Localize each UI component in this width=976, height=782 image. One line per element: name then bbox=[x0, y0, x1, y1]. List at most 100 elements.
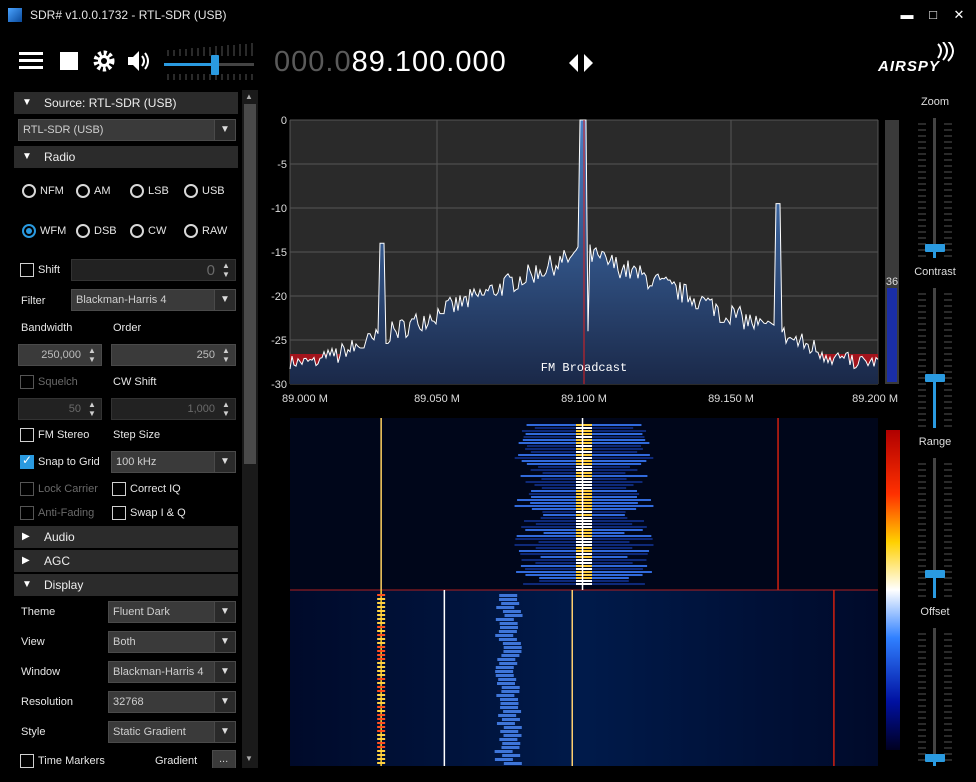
waterfall-noise bbox=[500, 730, 519, 733]
order-input[interactable]: 250 ▲ ▼ bbox=[111, 344, 236, 366]
waterfall-noise bbox=[501, 690, 520, 693]
waterfall-noise bbox=[377, 718, 386, 720]
source-device-select[interactable]: RTL-SDR (USB) ▼ bbox=[18, 119, 236, 141]
filter-value: Blackman-Harris 4 bbox=[76, 294, 167, 306]
tuning-arrows-icon[interactable] bbox=[567, 50, 595, 76]
section-radio[interactable]: ▼ Radio bbox=[14, 146, 238, 168]
spinner-icon[interactable]: ▲ ▼ bbox=[219, 400, 233, 418]
radio-usb[interactable] bbox=[184, 184, 198, 198]
gear-icon[interactable] bbox=[91, 48, 117, 74]
snap-to-grid-checkbox[interactable] bbox=[20, 453, 34, 469]
waterfall-noise bbox=[377, 646, 386, 648]
shift-input[interactable]: 0 ▲ ▼ bbox=[71, 259, 236, 281]
y-tick-label: -10 bbox=[271, 203, 287, 215]
waterfall-hot bbox=[576, 484, 592, 486]
radio-wfm-label: WFM bbox=[40, 225, 67, 237]
window-label: Window bbox=[21, 666, 61, 678]
section-audio[interactable]: ▶ Audio bbox=[14, 526, 238, 548]
radio-am[interactable] bbox=[76, 184, 90, 198]
radio-nfm[interactable] bbox=[22, 184, 36, 198]
waterfall-hot bbox=[576, 553, 592, 555]
filter-select[interactable]: Blackman-Harris 4 ▼ bbox=[71, 289, 236, 311]
view-value: Both bbox=[113, 636, 136, 648]
slider-thumb[interactable] bbox=[925, 244, 945, 252]
squelch-checkbox[interactable] bbox=[20, 375, 34, 389]
waterfall-noise bbox=[377, 670, 386, 672]
waterfall-hot bbox=[576, 583, 592, 585]
spectrum-analyzer[interactable]: 0 -5 -10 -15 -20 -25 -30 89.000 M 89.050 M 89.10… bbox=[262, 92, 906, 412]
antifading-checkbox[interactable] bbox=[20, 506, 34, 520]
waterfall-noise bbox=[377, 762, 386, 764]
scrollbar-thumb[interactable] bbox=[244, 104, 256, 464]
section-source-label: Source: RTL-SDR (USB) bbox=[44, 96, 177, 110]
squelch-input[interactable]: 50 ▲ ▼ bbox=[18, 398, 102, 420]
vertical-sliders[interactable] bbox=[910, 90, 960, 768]
stepsize-select[interactable]: 100 kHz ▼ bbox=[111, 451, 236, 473]
style-select[interactable]: Static Gradient ▼ bbox=[108, 721, 236, 743]
radio-dsb[interactable] bbox=[76, 224, 90, 238]
view-select[interactable]: Both ▼ bbox=[108, 631, 236, 653]
shift-checkbox[interactable] bbox=[20, 263, 34, 277]
correctiq-checkbox[interactable] bbox=[112, 482, 126, 496]
spinner-icon[interactable]: ▲ ▼ bbox=[85, 400, 99, 418]
fmstereo-checkbox[interactable] bbox=[20, 428, 34, 442]
frequency-leading-zeros: 000.0 bbox=[274, 46, 352, 78]
radio-lsb[interactable] bbox=[130, 184, 144, 198]
source-device-value: RTL-SDR (USB) bbox=[23, 124, 104, 136]
order-label: Order bbox=[113, 322, 142, 334]
antifading-label: Anti-Fading bbox=[38, 507, 95, 519]
radio-wfm[interactable] bbox=[22, 224, 36, 238]
waterfall-hot bbox=[576, 478, 592, 480]
maximize-button[interactable]: □ bbox=[924, 6, 942, 24]
waterfall-display[interactable] bbox=[262, 414, 906, 768]
timemarkers-checkbox[interactable] bbox=[20, 754, 34, 768]
waterfall-noise bbox=[377, 658, 386, 660]
waterfall-noise bbox=[377, 730, 386, 732]
section-display[interactable]: ▼ Display bbox=[14, 574, 238, 596]
volume-slider[interactable] bbox=[162, 42, 258, 82]
waterfall-hot bbox=[576, 538, 592, 540]
window-select[interactable]: Blackman-Harris 4 ▼ bbox=[108, 661, 236, 683]
spinner-icon[interactable]: ▲ ▼ bbox=[85, 346, 99, 364]
close-button[interactable]: ✕ bbox=[950, 6, 968, 24]
waterfall-noise bbox=[377, 594, 386, 596]
scroll-down-icon[interactable]: ▼ bbox=[245, 754, 253, 763]
resolution-select[interactable]: 32768 ▼ bbox=[108, 691, 236, 713]
waterfall-noise bbox=[377, 722, 386, 724]
section-source[interactable]: ▼ Source: RTL-SDR (USB) bbox=[14, 92, 238, 114]
radio-raw[interactable] bbox=[184, 224, 198, 238]
waterfall-hot bbox=[576, 520, 592, 522]
waterfall-noise bbox=[499, 626, 518, 629]
scroll-up-icon[interactable]: ▲ bbox=[245, 92, 253, 101]
waterfall-noise bbox=[499, 594, 518, 597]
resolution-label: Resolution bbox=[21, 696, 73, 708]
section-agc[interactable]: ▶ AGC bbox=[14, 550, 238, 572]
waterfall-noise bbox=[500, 706, 519, 709]
level-meter-fill bbox=[887, 288, 897, 382]
slider-thumb[interactable] bbox=[925, 570, 945, 578]
stop-icon[interactable] bbox=[56, 48, 82, 74]
cwshift-input[interactable]: 1,000 ▲ ▼ bbox=[111, 398, 236, 420]
bandwidth-input[interactable]: 250,000 ▲ ▼ bbox=[18, 344, 102, 366]
spinner-icon[interactable]: ▲ ▼ bbox=[219, 346, 233, 364]
slider-track bbox=[933, 628, 936, 766]
menu-icon[interactable] bbox=[18, 48, 44, 74]
gradient-button[interactable]: ... bbox=[212, 750, 236, 768]
speaker-icon[interactable] bbox=[126, 48, 152, 74]
slider-thumb[interactable] bbox=[925, 754, 945, 762]
spinner-icon[interactable]: ▲ ▼ bbox=[219, 261, 233, 279]
minimize-button[interactable]: ▬ bbox=[898, 6, 916, 24]
swapiq-checkbox[interactable] bbox=[112, 506, 126, 520]
y-tick-label: -20 bbox=[271, 291, 287, 303]
waterfall-hot bbox=[576, 475, 592, 477]
theme-select[interactable]: Fluent Dark ▼ bbox=[108, 601, 236, 623]
squelch-label: Squelch bbox=[38, 376, 78, 388]
lockcarrier-checkbox[interactable] bbox=[20, 482, 34, 496]
waterfall-noise bbox=[497, 682, 516, 685]
frequency-display[interactable]: 000.089.100.000 bbox=[274, 46, 507, 79]
panel-scrollbar[interactable]: ▲ ▼ bbox=[242, 90, 258, 768]
slider-thumb[interactable] bbox=[925, 374, 945, 382]
radio-cw[interactable] bbox=[130, 224, 144, 238]
waterfall-noise bbox=[503, 726, 522, 729]
waterfall-noise bbox=[501, 746, 520, 749]
